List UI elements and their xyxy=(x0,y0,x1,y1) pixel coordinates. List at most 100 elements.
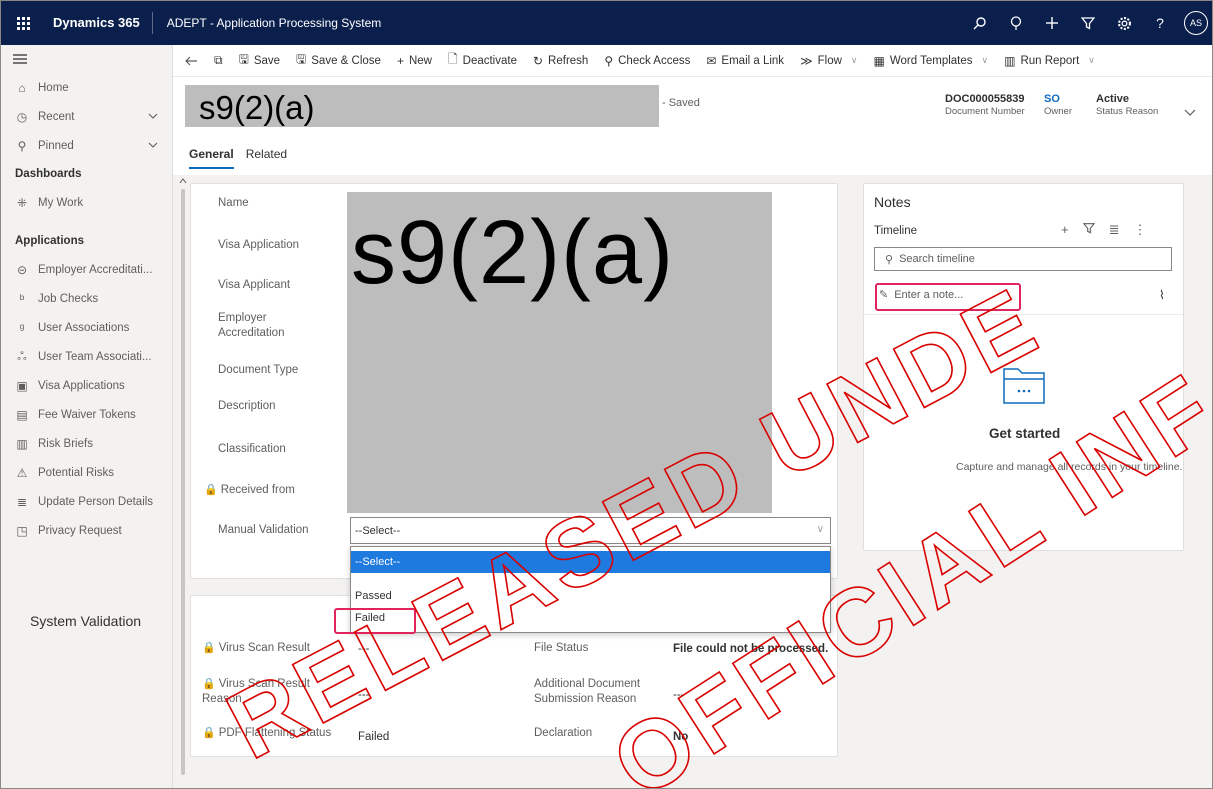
virus-scan-reason-value: --- xyxy=(358,689,370,701)
deactivate-icon: 🗋 xyxy=(447,52,458,66)
run-report-label: Run Report xyxy=(1020,54,1080,67)
settings-icon[interactable] xyxy=(1106,1,1142,45)
timeline-search-input[interactable]: ⚲ Search timeline xyxy=(874,247,1172,271)
check-access-button[interactable]: ⚲ Check Access xyxy=(596,45,698,77)
field-label: Employer Accreditation xyxy=(218,312,285,339)
token-icon: ▤ xyxy=(16,407,28,422)
hamburger-menu-icon[interactable] xyxy=(1,45,172,73)
tab-related[interactable]: Related xyxy=(246,147,287,169)
refresh-label: Refresh xyxy=(548,54,589,67)
document-number-field: DOC000055839 Document Number xyxy=(945,93,1025,117)
sidebar-item-pinned[interactable]: ⚲ Pinned xyxy=(1,131,172,160)
app-launcher-icon[interactable] xyxy=(1,1,45,45)
chevron-down-icon: ∨ xyxy=(981,55,989,65)
clock-icon: ◷ xyxy=(16,109,28,124)
deactivate-label: Deactivate xyxy=(462,54,517,67)
get-started-subtitle: Capture and manage all records in your t… xyxy=(956,461,1183,473)
notes-title: Notes xyxy=(874,194,911,210)
file-status-value: File could not be processed. xyxy=(673,643,829,655)
list-view-icon[interactable]: ≣ xyxy=(1109,222,1120,238)
filter-icon[interactable] xyxy=(1082,222,1095,238)
plus-icon[interactable] xyxy=(1034,1,1070,45)
sidebar-item-visa-applications[interactable]: ▣ Visa Applications xyxy=(1,371,172,400)
attachment-icon[interactable]: ⌇ xyxy=(1159,288,1165,302)
scrollbar[interactable] xyxy=(178,177,188,787)
save-close-button[interactable]: 🖫 Save & Close xyxy=(288,45,389,77)
save-button[interactable]: 🖫 Save xyxy=(231,45,288,77)
open-in-new-window-button[interactable]: ⧉ xyxy=(206,45,231,77)
back-button[interactable] xyxy=(173,45,206,77)
brand-name[interactable]: Dynamics 365 xyxy=(45,12,153,34)
status-reason-label: Status Reason xyxy=(1096,106,1159,117)
sidebar-item-home[interactable]: ⌂ Home xyxy=(1,73,172,102)
chevron-down-icon[interactable] xyxy=(148,110,158,122)
lock-icon: 🔒 xyxy=(202,727,216,739)
run-report-button[interactable]: ▥ Run Report ∨ xyxy=(996,45,1103,77)
sidebar-item-privacy-request[interactable]: ◳ Privacy Request xyxy=(1,516,172,545)
email-link-button[interactable]: ✉ Email a Link xyxy=(698,45,792,77)
option-passed[interactable]: Passed xyxy=(351,585,830,607)
sidebar-item-risk-briefs[interactable]: ▥ Risk Briefs xyxy=(1,429,172,458)
report-icon: ▥ xyxy=(1004,53,1016,68)
sidebar-item-user-team-associations[interactable]: ஃ User Team Associati... xyxy=(1,342,172,371)
sidebar-item-user-associations[interactable]: ᵍ User Associations xyxy=(1,313,172,342)
avatar[interactable]: AS xyxy=(1184,11,1208,35)
app-name[interactable]: ADEPT - Application Processing System xyxy=(153,16,382,30)
document-number-value: DOC000055839 xyxy=(945,93,1025,105)
field-label: Description xyxy=(218,400,276,412)
email-link-label: Email a Link xyxy=(721,54,785,67)
popout-icon: ⧉ xyxy=(214,53,223,67)
sidebar-item-job-checks[interactable]: ᵇ Job Checks xyxy=(1,284,172,313)
home-icon: ⌂ xyxy=(18,80,26,95)
option-select[interactable]: --Select-- xyxy=(351,551,830,573)
check-access-label: Check Access xyxy=(618,54,691,67)
sidebar-item-label: Pinned xyxy=(38,139,74,152)
sidebar-item-update-person-details[interactable]: ≣ Update Person Details xyxy=(1,487,172,516)
field-label: Received from xyxy=(220,484,295,496)
manual-validation-select[interactable]: --Select-- ∨ xyxy=(350,517,831,544)
sidebar-item-label: User Associations xyxy=(38,321,130,334)
owner-value[interactable]: SO xyxy=(1044,93,1072,105)
sidebar-item-label: Visa Applications xyxy=(38,379,125,392)
chevron-down-icon[interactable] xyxy=(148,139,158,151)
person-details-icon: ≣ xyxy=(16,494,28,509)
virus-scan-reason-label: 🔒 Virus Scan Result Reason xyxy=(202,677,312,707)
plus-icon[interactable]: + xyxy=(1061,222,1069,238)
pdf-flattening-label: 🔒 PDF Flattening Status xyxy=(202,726,331,741)
option-failed[interactable]: Failed xyxy=(351,607,830,629)
command-bar: ⧉ 🖫 Save 🖫 Save & Close + New 🗋 Deactiva… xyxy=(173,45,1212,77)
brief-icon: ▥ xyxy=(16,436,28,451)
header-expand-chevron-icon[interactable] xyxy=(1184,107,1196,119)
sidebar-item-recent[interactable]: ◷ Recent xyxy=(1,102,172,131)
field-label: Visa Application xyxy=(218,239,299,251)
sidebar-item-employer-accreditation[interactable]: ⊝ Employer Accreditati... xyxy=(1,255,172,284)
sidebar-item-my-work[interactable]: ⁜ My Work xyxy=(1,188,172,217)
new-button[interactable]: + New xyxy=(389,45,440,77)
redaction-label: s9(2)(a) xyxy=(351,203,675,303)
additional-doc-label: Additional Document Submission Reason xyxy=(534,678,641,705)
help-icon[interactable]: ? xyxy=(1142,1,1178,45)
search-icon: ⚲ xyxy=(885,253,894,266)
lock-icon: 🔒 xyxy=(202,678,216,690)
filter-icon[interactable] xyxy=(1070,1,1106,45)
search-icon[interactable] xyxy=(962,1,998,45)
sidebar: ⌂ Home ◷ Recent ⚲ Pinned Dashboards ⁜ My… xyxy=(1,45,173,788)
sidebar-item-label: Job Checks xyxy=(38,292,99,305)
word-templates-label: Word Templates xyxy=(889,54,973,67)
word-templates-button[interactable]: ▦ Word Templates ∨ xyxy=(866,45,997,77)
field-label: Document Type xyxy=(218,364,299,376)
sidebar-item-label: Employer Accreditati... xyxy=(38,263,153,276)
refresh-button[interactable]: ↻ Refresh xyxy=(525,45,596,77)
field-label: Name xyxy=(218,197,249,209)
flow-button[interactable]: ≫ Flow ∨ xyxy=(792,45,865,77)
label-text: Virus Scan Result xyxy=(218,642,310,654)
sidebar-item-fee-waiver-tokens[interactable]: ▤ Fee Waiver Tokens xyxy=(1,400,172,429)
deactivate-button[interactable]: 🗋 Deactivate xyxy=(440,45,525,77)
sidebar-item-label: Fee Waiver Tokens xyxy=(38,408,136,421)
highlight-note-input xyxy=(875,283,1021,311)
lightbulb-icon[interactable] xyxy=(998,1,1034,45)
tab-general[interactable]: General xyxy=(189,147,234,169)
more-options-icon[interactable]: ⋮ xyxy=(1134,222,1147,238)
sidebar-item-label: Recent xyxy=(38,110,75,123)
sidebar-item-potential-risks[interactable]: ⚠ Potential Risks xyxy=(1,458,172,487)
